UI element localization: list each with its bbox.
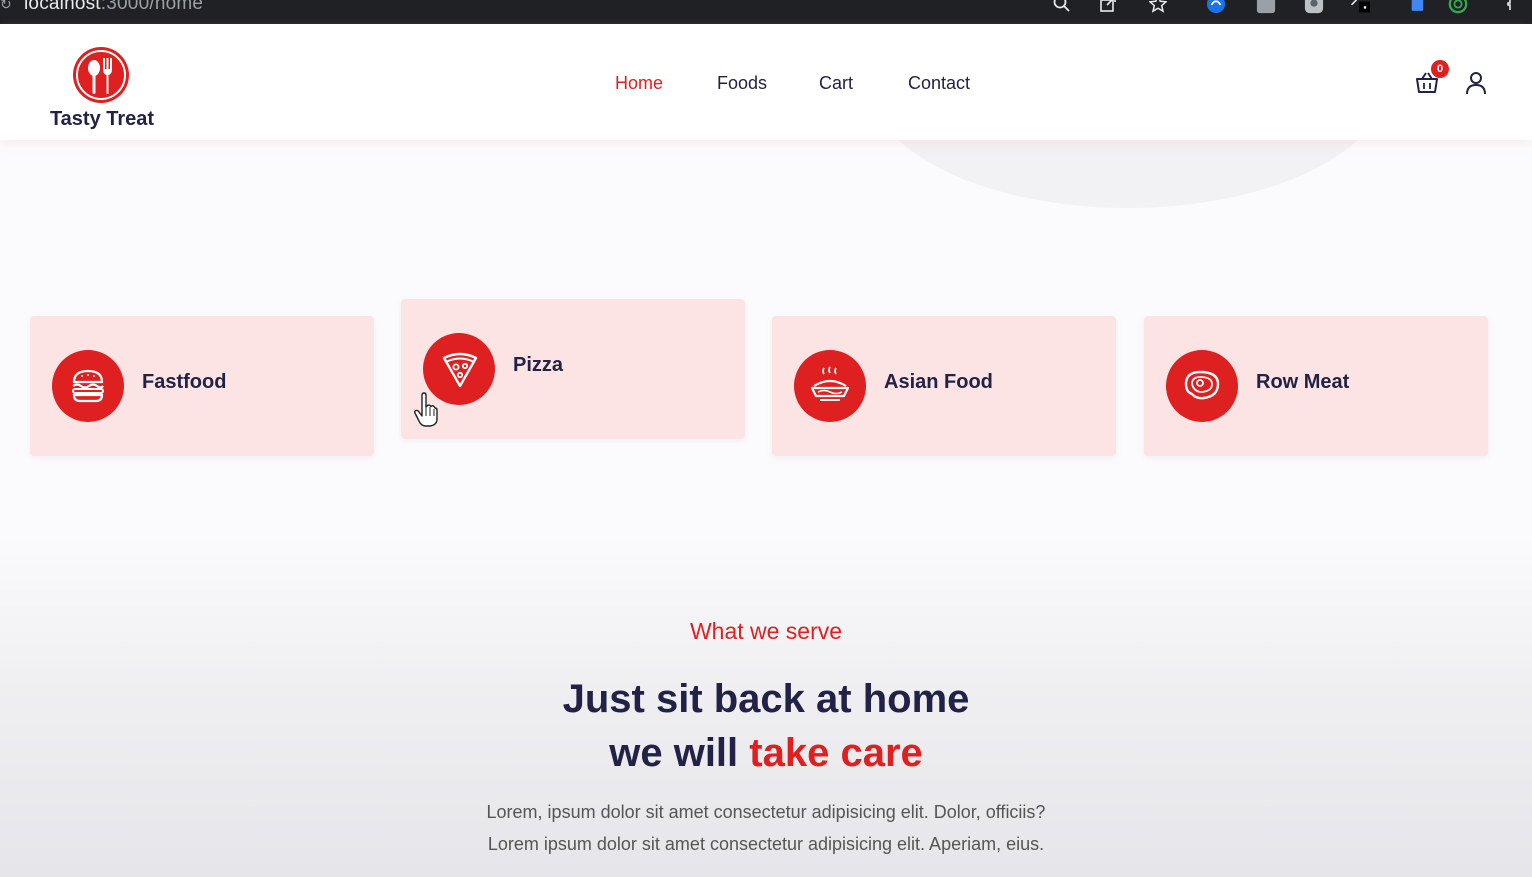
nav-contact[interactable]: Contact [908, 73, 970, 94]
category-card-pizza[interactable]: Pizza [401, 299, 745, 439]
category-card-asian-food[interactable]: Asian Food [772, 316, 1116, 456]
extension-shield-icon[interactable] [1304, 0, 1324, 14]
section-description: Lorem, ipsum dolor sit amet consectetur … [0, 796, 1532, 860]
category-label: Row Meat [1256, 371, 1350, 393]
description-line-1: Lorem, ipsum dolor sit amet consectetur … [486, 802, 1046, 822]
category-label: Pizza [513, 354, 564, 376]
category-card-fastfood[interactable]: Fastfood [30, 316, 374, 456]
headline-line-2-plain: we will [609, 731, 750, 775]
extension-blue-icon[interactable] [1206, 0, 1226, 14]
nav-foods[interactable]: Foods [717, 73, 767, 94]
extension-gray-icon[interactable] [1256, 0, 1276, 14]
address-bar[interactable]: localhost:3000/home [24, 0, 203, 15]
reload-icon[interactable]: ↻ [0, 0, 12, 13]
brand-name: Tasty Treat [49, 108, 155, 130]
zoom-icon[interactable] [1052, 0, 1072, 14]
cart-count-badge: 0 [1431, 60, 1449, 78]
share-icon[interactable] [1098, 0, 1118, 14]
brand-logo[interactable]: Tasty Treat [48, 46, 156, 136]
extension-pen-icon[interactable] [1350, 0, 1370, 14]
burger-icon [52, 350, 124, 422]
hand-cursor-icon [414, 392, 438, 427]
user-icon[interactable] [1464, 70, 1488, 96]
nav-cart[interactable]: Cart [819, 73, 853, 94]
category-label: Asian Food [884, 371, 993, 393]
headline-line-2-accent: take care [749, 731, 923, 775]
extension-ring-icon[interactable] [1448, 0, 1468, 14]
asian-food-icon [794, 350, 866, 422]
description-line-2: Lorem ipsum dolor sit amet consectetur a… [487, 834, 1045, 854]
section-subtitle: What we serve [689, 618, 843, 644]
headline-line-1: Just sit back at home [562, 677, 970, 721]
extension-square-icon[interactable] [1404, 0, 1424, 14]
category-label: Fastfood [142, 371, 227, 393]
logo-mark-icon [73, 47, 129, 103]
category-card-row-meat[interactable]: Row Meat [1144, 316, 1488, 456]
extensions-puzzle-icon[interactable] [1494, 0, 1514, 14]
section-headline: Just sit back at home we will take care [0, 672, 1532, 780]
site-header: Tasty Treat Home Foods Cart Contact 0 [0, 24, 1532, 140]
steak-icon [1166, 350, 1238, 422]
nav-home[interactable]: Home [615, 73, 663, 94]
bookmark-star-icon[interactable] [1148, 0, 1168, 14]
browser-toolbar: ↻ localhost:3000/home [0, 0, 1532, 24]
